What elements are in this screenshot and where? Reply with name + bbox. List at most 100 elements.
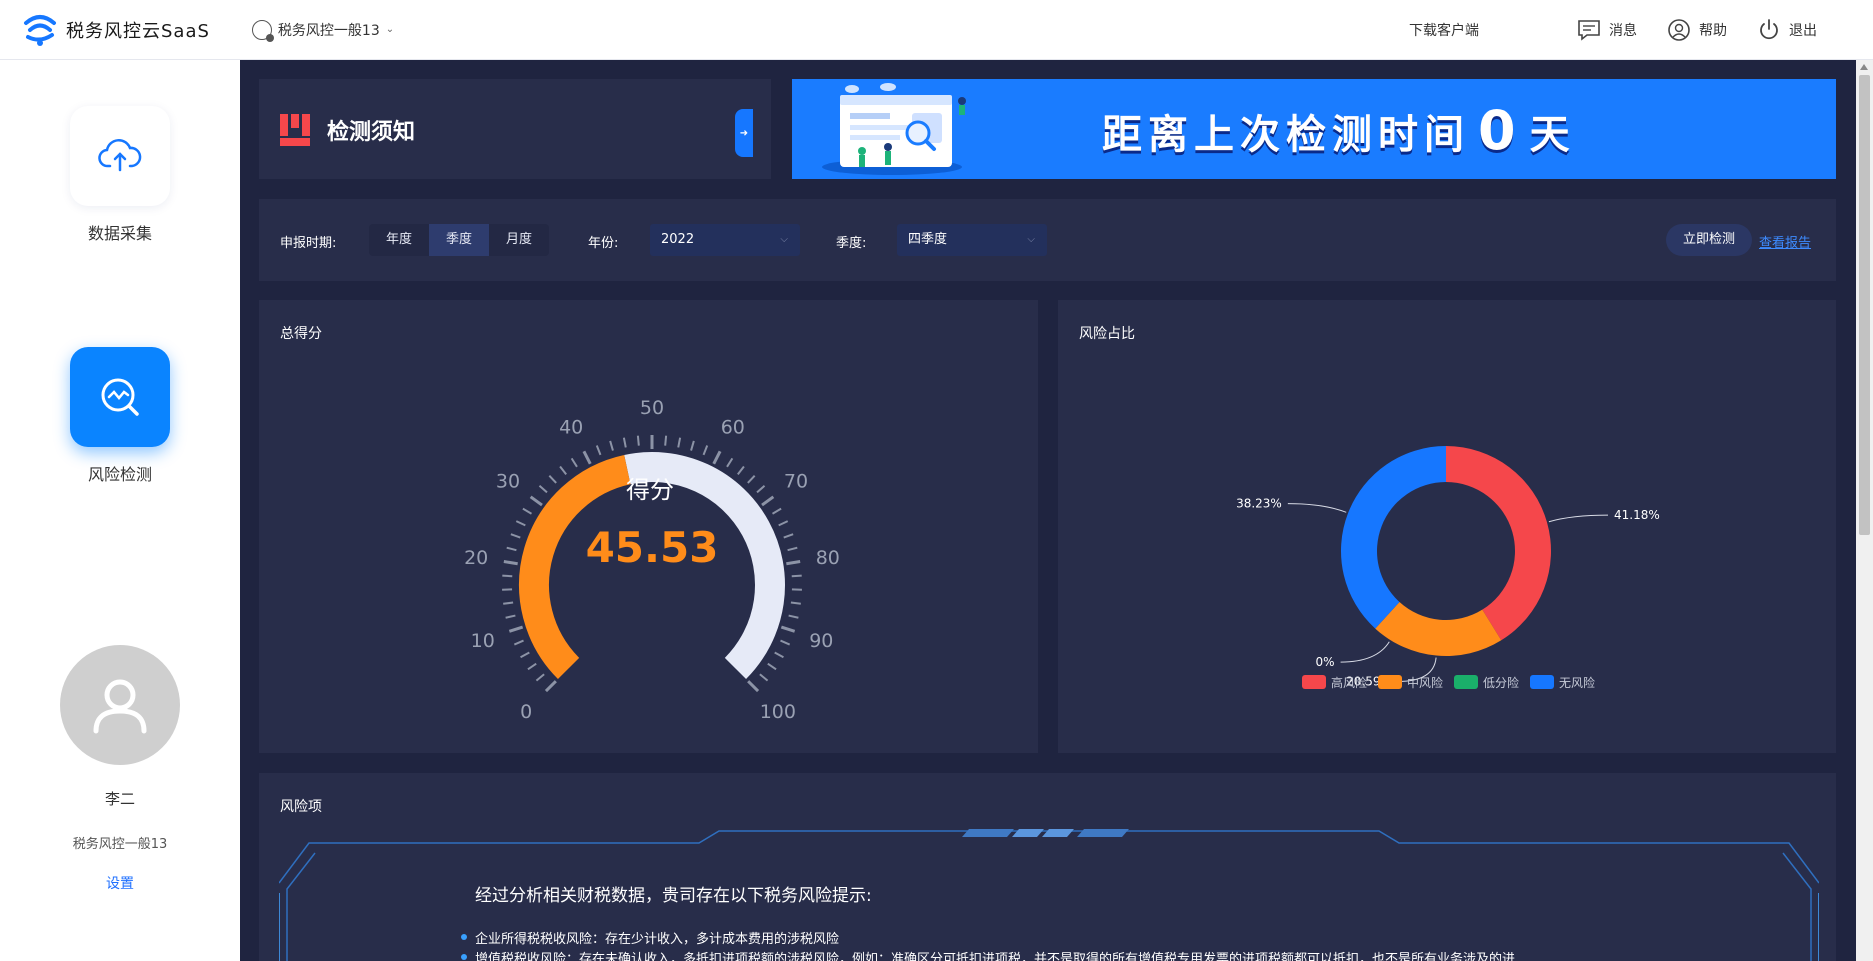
gauge-tick <box>780 625 796 633</box>
gauge-tick <box>791 574 802 578</box>
donut-slices <box>1341 446 1551 656</box>
gauge-tick <box>756 485 766 494</box>
user-icon <box>93 679 147 734</box>
gauge-tick <box>778 520 789 527</box>
period-option-month[interactable]: 月度 <box>489 224 549 256</box>
gauge-tick <box>690 440 695 451</box>
risk-ratio-panel: 风险占比 41.18% 20.59% 0% 38.23% 高风险 中风险 低分险 无风险 <box>1058 300 1836 753</box>
legend-swatch[interactable] <box>1530 675 1554 689</box>
notice-title: 检测须知 <box>327 120 416 145</box>
donut-slice[interactable] <box>1341 446 1446 629</box>
donut-data-label: 38.23% <box>1236 497 1282 511</box>
legend-label[interactable]: 低分险 <box>1483 675 1519 690</box>
settings-link[interactable]: 设置 <box>0 873 240 893</box>
banner-text: 距离上次检测时间 0 天 <box>1102 99 1576 162</box>
gauge-tick <box>520 651 530 659</box>
donut-slice[interactable] <box>1375 601 1502 656</box>
arrow-right-icon: ➜ <box>739 127 749 139</box>
gauge-tick <box>595 445 602 456</box>
banner-suffix: 天 <box>1529 111 1576 158</box>
score-gauge: 0 10 20 30 40 50 60 70 80 90 100 得分 45.53 <box>464 397 840 723</box>
donut-data-label: 41.18% <box>1614 508 1660 522</box>
gauge-tick <box>609 440 614 451</box>
scroll-up-icon[interactable] <box>1860 64 1868 70</box>
gauge-tick <box>677 437 682 448</box>
gauge-tick <box>582 450 592 465</box>
gauge-tick <box>544 680 557 693</box>
scrollbar-thumb[interactable] <box>1859 75 1870 535</box>
gauge-tick <box>759 673 769 682</box>
gauge-tick <box>522 507 533 515</box>
gauge-tick <box>510 533 521 539</box>
donut-legend[interactable]: 高风险 中风险 低分险 无风险 <box>1302 675 1595 690</box>
legend-label[interactable]: 中风险 <box>1407 675 1443 690</box>
gauge-tick <box>761 495 775 507</box>
year-select[interactable]: 2022 ⌵ <box>650 224 800 256</box>
gauge-tick <box>790 601 801 605</box>
power-icon <box>1760 19 1778 40</box>
quarter-select[interactable]: 四季度 ⌵ <box>897 224 1047 256</box>
donut-slice[interactable] <box>1446 446 1551 641</box>
gauge-tick <box>535 673 545 682</box>
quarter-label: 季度: <box>836 236 867 251</box>
gauge-tick <box>513 639 524 646</box>
gauge-tick-label: 100 <box>760 701 796 723</box>
risk-ratio-donut: 41.18%20.59%0%38.23% 高风险 中风险 低分险 无风险 <box>1236 446 1660 690</box>
period-segmented-control[interactable]: 年度 季度 月度 <box>369 224 549 256</box>
gauge-tick <box>505 614 516 619</box>
messages-label: 消息 <box>1609 23 1637 39</box>
gauge-tick <box>747 474 756 484</box>
total-score-panel: 总得分 0 10 20 30 40 50 60 70 80 90 100 得分 45.53 <box>259 300 1038 753</box>
filter-bar: 申报时期: 年度 季度 月度 年份: 2022 ⌵ 季度: 四季度 ⌵ 立即检测… <box>259 199 1836 281</box>
sidebar-item-data-collection-box <box>70 106 170 206</box>
gauge-tick <box>726 457 734 468</box>
detection-notice-panel[interactable]: 检测须知 ➜ <box>259 79 771 179</box>
gauge-tick-label: 60 <box>721 416 745 438</box>
gauge-tick <box>506 546 517 552</box>
gauge-tick <box>702 445 709 456</box>
gauge-tick <box>503 560 518 566</box>
risk-items-title: 风险项 <box>280 799 322 815</box>
logout-button[interactable]: 退出 <box>1757 18 1817 42</box>
risk-list-item: 企业所得税税收风险：存在少计收入，多计成本费用的涉税风险 <box>460 928 839 947</box>
gauge-tick <box>502 574 513 578</box>
legend-swatch[interactable] <box>1378 675 1402 689</box>
legend-swatch[interactable] <box>1454 675 1478 689</box>
banner-days: 0 <box>1478 99 1522 162</box>
gauge-tick <box>774 651 784 659</box>
legend-swatch[interactable] <box>1302 675 1326 689</box>
help-button[interactable]: 帮助 <box>1667 18 1727 42</box>
legend-label[interactable]: 高风险 <box>1331 675 1367 690</box>
risk-scan-icon <box>101 378 139 416</box>
download-client-link[interactable]: 下载客户端 <box>1409 20 1479 40</box>
view-report-link[interactable]: 查看报告 <box>1759 232 1811 251</box>
page-scrollbar[interactable] <box>1856 60 1873 961</box>
messages-button[interactable]: 消息 <box>1577 19 1637 41</box>
company-icon <box>251 19 274 42</box>
period-option-quarter[interactable]: 季度 <box>429 224 489 256</box>
gauge-tick <box>767 662 777 671</box>
legend-label[interactable]: 无风险 <box>1559 675 1595 690</box>
sidebar-item-risk-detection[interactable]: 风险检测 <box>0 347 240 485</box>
app-logo[interactable]: 税务风控云SaaS <box>22 13 210 47</box>
logo-icon <box>24 14 56 46</box>
risk-list-item: 增值税税收风险：存在未确认收入，多抵扣进项税额的涉税风险，例如：准确区分可抵扣进… <box>460 948 1515 961</box>
company-selector[interactable]: 税务风控一般13 ⌄ <box>251 19 394 42</box>
detect-now-button[interactable]: 立即检测 <box>1666 224 1752 256</box>
app-title: 税务风控云SaaS <box>66 20 210 42</box>
notice-expand-tab[interactable]: ➜ <box>735 109 753 157</box>
donut-callout-line <box>1340 641 1390 663</box>
banner-illustration <box>822 83 966 175</box>
period-option-year[interactable]: 年度 <box>369 224 429 256</box>
gauge-tick <box>559 465 567 475</box>
sidebar-item-data-collection[interactable]: 数据采集 <box>0 106 240 244</box>
avatar[interactable] <box>60 645 180 765</box>
user-company: 税务风控一般13 <box>72 837 168 852</box>
gauge-tick <box>570 457 578 468</box>
gauge-center-label: 得分 <box>626 476 674 504</box>
top-bar: 税务风控云SaaS 税务风控一般13 ⌄ 下载客户端 消息 帮助 退出 <box>0 0 1873 60</box>
sidebar-item-label: 数据采集 <box>87 224 152 243</box>
message-icon <box>1578 20 1600 41</box>
donut-callout-line <box>1287 503 1347 513</box>
last-detection-banner: 距离上次检测时间 0 天 <box>792 79 1836 179</box>
